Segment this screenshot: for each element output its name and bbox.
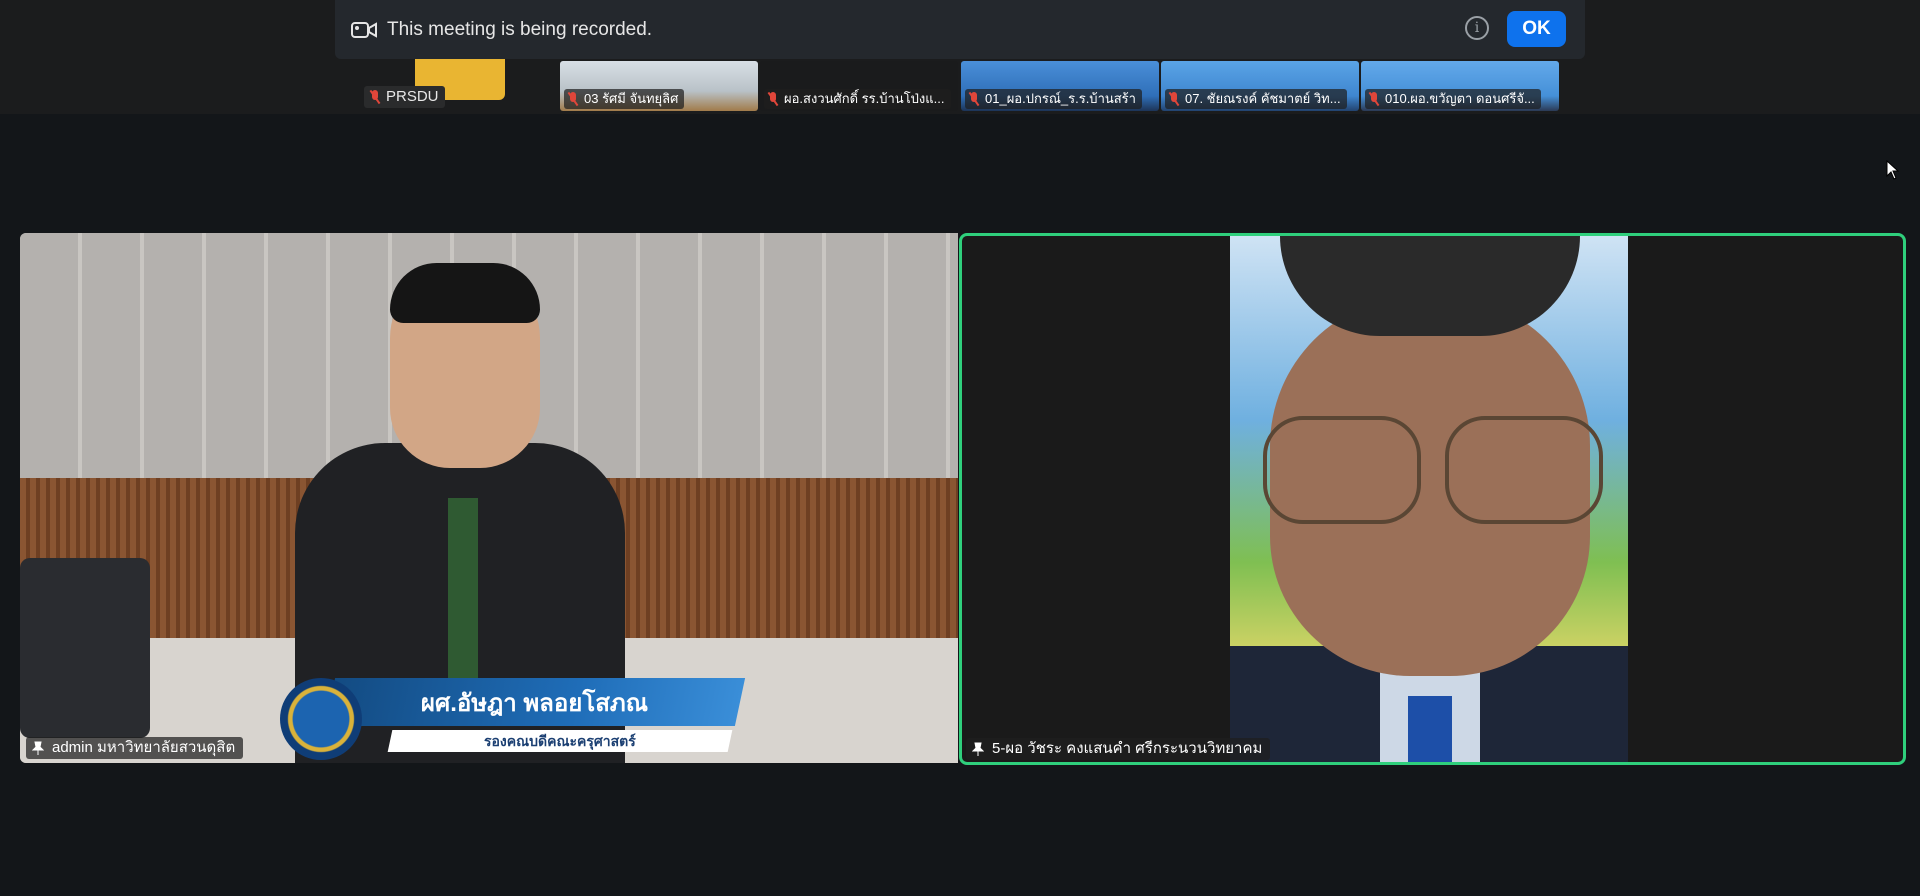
participant-thumbnail[interactable]: 07. ชัยณรงค์ คัชมาตย์ วิท...: [1161, 61, 1359, 111]
participant-thumbnail[interactable]: ผอ.สงวนศักดิ์ รร.บ้านโป่งแ...: [760, 61, 958, 111]
ok-button[interactable]: OK: [1507, 11, 1566, 47]
muted-mic-icon: [969, 92, 979, 106]
speaker-glasses-right: [1445, 416, 1603, 524]
recording-message: This meeting is being recorded.: [387, 18, 653, 40]
presenter-tie: [448, 498, 478, 708]
prsdu-name-label: PRSDU: [364, 86, 445, 108]
muted-mic-icon: [1169, 92, 1179, 106]
recording-banner: This meeting is being recorded. i OK: [335, 0, 1585, 59]
muted-mic-icon: [568, 92, 578, 106]
recording-camera-icon: [351, 21, 377, 38]
name-caption: ผศ.อัษฎา พลอยโสภณ รองคณบดีคณะครุศาสตร์: [280, 678, 746, 760]
speaker-glasses-left: [1263, 416, 1421, 524]
tile-name-label: 5-ผอ วัชระ คงแสนคำ ศรีกระนวนวิทยาคม: [966, 738, 1271, 760]
video-tile-left[interactable]: ผศ.อัษฎา พลอยโสภณ รองคณบดีคณะครุศาสตร์ a…: [20, 233, 958, 763]
caption-title: รองคณบดีคณะครุศาสตร์: [484, 733, 636, 749]
muted-mic-icon: [1369, 92, 1379, 106]
presenter-hair: [390, 263, 540, 323]
info-icon[interactable]: i: [1465, 16, 1489, 40]
muted-mic-icon: [370, 90, 380, 104]
participant-thumbnail[interactable]: 03 รัศมี จันทยุลิศ: [560, 61, 758, 111]
pin-icon: [972, 742, 984, 756]
speaker-hair: [1280, 236, 1580, 336]
tile-name-label: admin มหาวิทยาลัยสวนดุสิต: [26, 737, 244, 759]
bag: [20, 558, 150, 738]
participant-thumbnail[interactable]: 01_ผอ.ปกรณ์_ร.ร.บ้านสร้า: [961, 61, 1159, 111]
mouse-cursor-icon: [1886, 160, 1900, 180]
muted-mic-icon: [768, 92, 778, 106]
pin-icon: [32, 741, 44, 755]
university-logo: [280, 678, 362, 760]
speaker-video: [1230, 236, 1628, 762]
caption-name: ผศ.อัษฎา พลอยโสภณ: [421, 689, 649, 717]
speaker-tie: [1408, 696, 1452, 762]
video-tile-active-speaker[interactable]: 5-ผอ วัชระ คงแสนคำ ศรีกระนวนวิทยาคม: [959, 233, 1906, 765]
participant-thumbnail[interactable]: 010.ผอ.ขวัญตา ดอนศรีจั...: [1361, 61, 1559, 111]
